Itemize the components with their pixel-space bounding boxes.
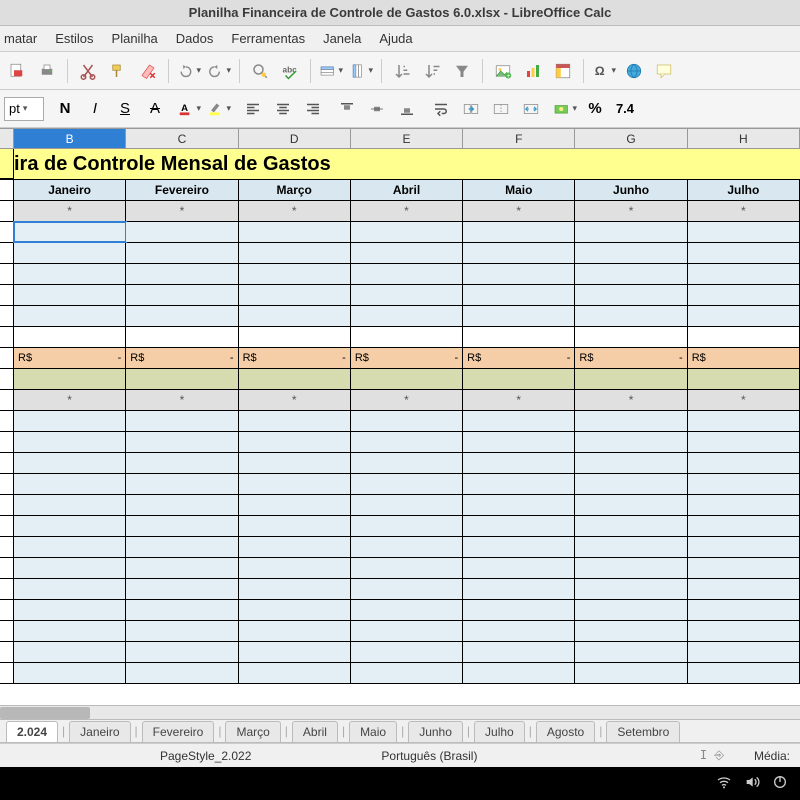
menu-planilha[interactable]: Planilha (112, 31, 158, 46)
valign-bottom-icon[interactable] (394, 96, 420, 122)
align-center-icon[interactable] (270, 96, 296, 122)
sort-desc-icon[interactable] (419, 58, 445, 84)
align-right-icon[interactable] (300, 96, 326, 122)
status-bar: PageStyle_2.022 Português (Brasil) I ⎆ M… (0, 743, 800, 767)
selected-cell[interactable] (14, 222, 126, 242)
tab-abril[interactable]: Abril (292, 721, 338, 742)
tab-janeiro[interactable]: Janeiro (69, 721, 130, 742)
tab-maio[interactable]: Maio (349, 721, 397, 742)
sort-asc-icon[interactable] (389, 58, 415, 84)
comment-icon[interactable] (651, 58, 677, 84)
spellcheck-icon[interactable]: abc (277, 58, 303, 84)
highlight-color-icon[interactable] (206, 96, 232, 122)
menu-ferramentas[interactable]: Ferramentas (231, 31, 305, 46)
svg-text:A: A (181, 103, 188, 114)
font-color-icon[interactable]: A (176, 96, 202, 122)
cut-icon[interactable] (75, 58, 101, 84)
menu-dados[interactable]: Dados (176, 31, 214, 46)
menu-formatar[interactable]: matar (4, 31, 37, 46)
merge-cells-icon[interactable] (458, 96, 484, 122)
row-icon[interactable] (318, 58, 344, 84)
unmerge-icon[interactable] (488, 96, 514, 122)
wifi-icon[interactable] (716, 774, 732, 793)
col-header-D[interactable]: D (239, 129, 351, 148)
redo-icon[interactable] (206, 58, 232, 84)
valign-middle-icon[interactable] (364, 96, 390, 122)
svg-text:abc: abc (283, 65, 298, 74)
col-header-C[interactable]: C (126, 129, 238, 148)
italic-button[interactable]: I (82, 96, 108, 122)
percent-format-button[interactable]: % (582, 96, 608, 122)
hyperlink-icon[interactable] (621, 58, 647, 84)
strikethrough-button[interactable]: A (142, 96, 168, 122)
status-pagestyle[interactable]: PageStyle_2.022 (160, 749, 251, 763)
insert-chart-icon[interactable] (520, 58, 546, 84)
print-icon[interactable] (34, 58, 60, 84)
col-header-B[interactable]: B (14, 129, 126, 148)
column-headers: B C D E F G H (0, 129, 800, 149)
window-titlebar: Planilha Financeira de Controle de Gasto… (0, 0, 800, 26)
wrap-text-icon[interactable] (428, 96, 454, 122)
valign-top-icon[interactable] (334, 96, 360, 122)
tab-agosto[interactable]: Agosto (536, 721, 595, 742)
align-left-icon[interactable] (240, 96, 266, 122)
volume-icon[interactable] (744, 774, 760, 793)
column-icon[interactable] (348, 58, 374, 84)
svg-text:Ω: Ω (595, 64, 605, 78)
col-header-E[interactable]: E (351, 129, 463, 148)
menu-estilos[interactable]: Estilos (55, 31, 93, 46)
pivot-icon[interactable] (550, 58, 576, 84)
underline-button[interactable]: S (112, 96, 138, 122)
insert-image-icon[interactable]: + (490, 58, 516, 84)
sheet-title[interactable]: ira de Controle Mensal de Gastos (14, 149, 800, 179)
bold-button[interactable]: N (52, 96, 78, 122)
col-header-F[interactable]: F (463, 129, 575, 148)
currency-format-icon[interactable] (552, 96, 578, 122)
format-toolbar: pt N I S A A % 7.4 (0, 90, 800, 128)
menu-janela[interactable]: Janela (323, 31, 361, 46)
status-language[interactable]: Português (Brasil) (381, 749, 477, 763)
window-title: Planilha Financeira de Controle de Gasto… (189, 5, 612, 20)
system-tray (0, 767, 800, 800)
undo-icon[interactable] (176, 58, 202, 84)
power-icon[interactable] (772, 774, 788, 793)
clear-format-icon[interactable] (135, 58, 161, 84)
main-toolbar: abc + Ω (0, 52, 800, 90)
autofilter-icon[interactable] (449, 58, 475, 84)
menu-ajuda[interactable]: Ajuda (379, 31, 412, 46)
month-header-row: Janeiro Fevereiro Março Abril Maio Junho… (0, 180, 800, 201)
sheet-tabs: 2.024| Janeiro| Fevereiro| Março| Abril|… (0, 719, 800, 743)
tab-julho[interactable]: Julho (474, 721, 525, 742)
currency-row: R$- R$- R$- R$- R$- R$- R$ (0, 348, 800, 369)
tab-junho[interactable]: Junho (408, 721, 463, 742)
tab-setembro[interactable]: Setembro (606, 721, 680, 742)
split-icon[interactable] (518, 96, 544, 122)
tab-fevereiro[interactable]: Fevereiro (142, 721, 215, 742)
tab-marco[interactable]: Março (225, 721, 280, 742)
insert-mode-icon[interactable]: I ⎆ (700, 748, 724, 763)
clone-format-icon[interactable] (105, 58, 131, 84)
find-icon[interactable] (247, 58, 273, 84)
tab-2024[interactable]: 2.024 (6, 721, 58, 742)
font-size-input[interactable]: pt (4, 97, 44, 121)
number-format-button[interactable]: 7.4 (612, 96, 638, 122)
col-header-H[interactable]: H (688, 129, 800, 148)
spreadsheet-grid[interactable]: B C D E F G H ira de Controle Mensal de … (0, 128, 800, 748)
export-pdf-icon[interactable] (4, 58, 30, 84)
special-char-icon[interactable]: Ω (591, 58, 617, 84)
svg-text:+: + (507, 73, 511, 79)
col-header-G[interactable]: G (575, 129, 687, 148)
menubar: matar Estilos Planilha Dados Ferramentas… (0, 26, 800, 52)
status-average: Média: (754, 749, 790, 763)
horizontal-scrollbar[interactable] (0, 705, 800, 719)
